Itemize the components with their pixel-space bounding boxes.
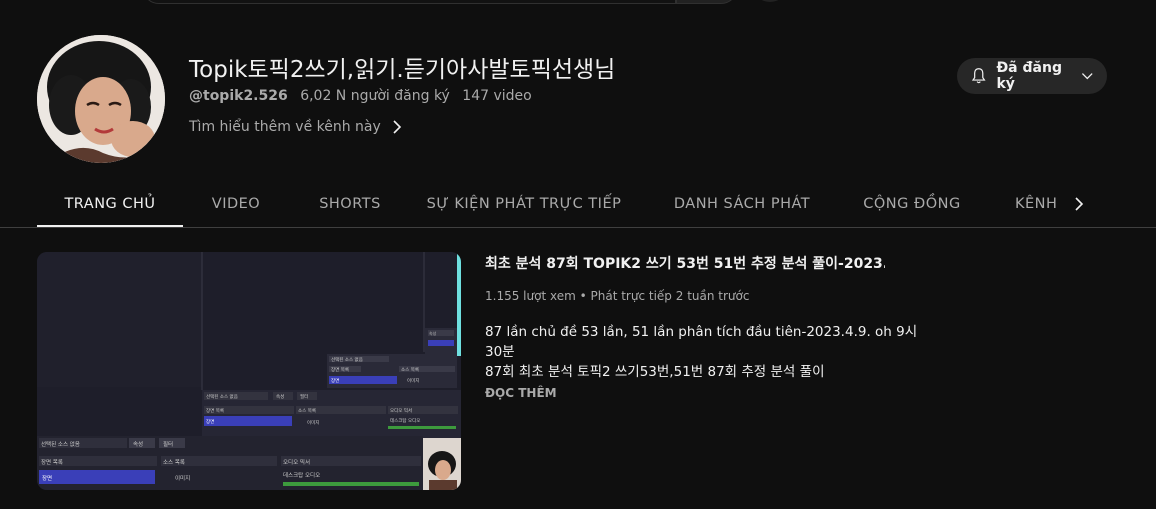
svg-text:속성: 속성 — [429, 330, 437, 336]
tabs-scroll-next-button[interactable] — [1064, 185, 1094, 223]
featured-video-thumbnail[interactable]: 속성 선택된 소스 없음 장면 목록 장면 소스 목록 이미지 선택된 소스 없… — [37, 252, 461, 490]
svg-text:필터: 필터 — [300, 393, 308, 400]
description-line: 30분 — [485, 344, 515, 360]
subscriber-count: 6,02 N người đăng ký — [300, 88, 450, 104]
tab-live[interactable]: SỰ KIỆN PHÁT TRỰC TIẾP — [427, 180, 621, 228]
svg-text:장면 목록: 장면 목록 — [206, 407, 224, 414]
svg-text:데스크탑 오디오: 데스크탑 오디오 — [283, 471, 320, 479]
chevron-down-icon — [1082, 73, 1094, 80]
svg-text:필터: 필터 — [163, 440, 173, 448]
meta-separator: • — [579, 289, 591, 303]
svg-text:소스 목록: 소스 목록 — [163, 459, 185, 466]
tab-playlists[interactable]: DANH SÁCH PHÁT — [667, 180, 817, 228]
svg-text:이미지: 이미지 — [407, 377, 419, 384]
svg-text:속성: 속성 — [276, 393, 284, 400]
voice-search-button[interactable] — [752, 0, 788, 2]
featured-video-title[interactable]: 최초 분석 87회 TOPIK2 쓰기 53번 51번 추정 분석 풀이-202… — [485, 253, 885, 273]
svg-text:장면 목록: 장면 목록 — [331, 366, 349, 373]
read-more-link[interactable]: ĐỌC THÊM — [485, 386, 557, 400]
svg-text:선택된 소스 없음: 선택된 소스 없음 — [206, 393, 238, 400]
channel-about-link[interactable]: Tìm hiểu thêm về kênh này — [189, 119, 405, 135]
featured-video-meta: 1.155 lượt xem • Phát trực tiếp 2 tuần t… — [485, 289, 749, 303]
channel-name: Topik토픽2쓰기,읽기.듣기아사발토픽선생님 — [189, 57, 616, 83]
svg-text:장면: 장면 — [42, 474, 52, 482]
svg-text:속성: 속성 — [133, 440, 143, 448]
subscribed-label: Đã đăng ký — [996, 60, 1062, 92]
svg-text:장면: 장면 — [206, 418, 214, 425]
bell-icon — [971, 68, 986, 84]
tabs-divider — [0, 227, 1156, 228]
svg-text:장면 목록: 장면 목록 — [41, 458, 63, 466]
svg-text:장면: 장면 — [331, 377, 339, 384]
search-box[interactable] — [142, 0, 676, 4]
featured-video-time: Phát trực tiếp 2 tuần trước — [590, 289, 750, 303]
tab-home[interactable]: TRANG CHỦ — [37, 180, 183, 228]
channel-about-label: Tìm hiểu thêm về kênh này — [189, 119, 381, 135]
svg-text:오디오 믹서: 오디오 믹서 — [390, 407, 412, 414]
svg-text:이미지: 이미지 — [175, 474, 190, 482]
svg-text:선택된 소스 없음: 선택된 소스 없음 — [41, 440, 80, 448]
svg-text:소스 목록: 소스 목록 — [298, 408, 316, 414]
featured-video-views: 1.155 lượt xem — [485, 289, 576, 303]
search-button[interactable] — [676, 0, 738, 4]
tab-shorts[interactable]: SHORTS — [305, 180, 395, 228]
featured-video-description: 87 lần chủ đề 53 lần, 51 lần phân tích đ… — [485, 322, 918, 382]
description-line: 87 lần chủ đề 53 lần, 51 lần phân tích đ… — [485, 324, 918, 340]
description-line: 87회 최초 분석 토픽2 쓰기53번,51번 87회 추정 분석 풀이 — [485, 364, 825, 380]
svg-text:이미지: 이미지 — [307, 419, 319, 426]
svg-text:선택된 소스 없음: 선택된 소스 없음 — [331, 356, 363, 363]
channel-meta: @topik2.526 6,02 N người đăng ký 147 vid… — [189, 88, 540, 104]
chevron-right-icon — [1075, 197, 1084, 211]
svg-text:소스 목록: 소스 목록 — [401, 367, 419, 373]
svg-text:오디오 믹서: 오디오 믹서 — [283, 458, 310, 466]
tab-videos[interactable]: VIDEO — [197, 180, 275, 228]
channel-tabs: TRANG CHỦ VIDEO SHORTS SỰ KIỆN PHÁT TRỰC… — [37, 180, 1106, 228]
video-count: 147 video — [462, 88, 532, 104]
channel-avatar — [37, 35, 165, 163]
subscribed-button[interactable]: Đã đăng ký — [957, 58, 1107, 94]
channel-handle: @topik2.526 — [189, 88, 288, 104]
svg-text:데스크탑 오디오: 데스크탑 오디오 — [390, 417, 420, 424]
chevron-right-icon — [393, 120, 401, 134]
tab-community[interactable]: CỘNG ĐỒNG — [857, 180, 967, 228]
